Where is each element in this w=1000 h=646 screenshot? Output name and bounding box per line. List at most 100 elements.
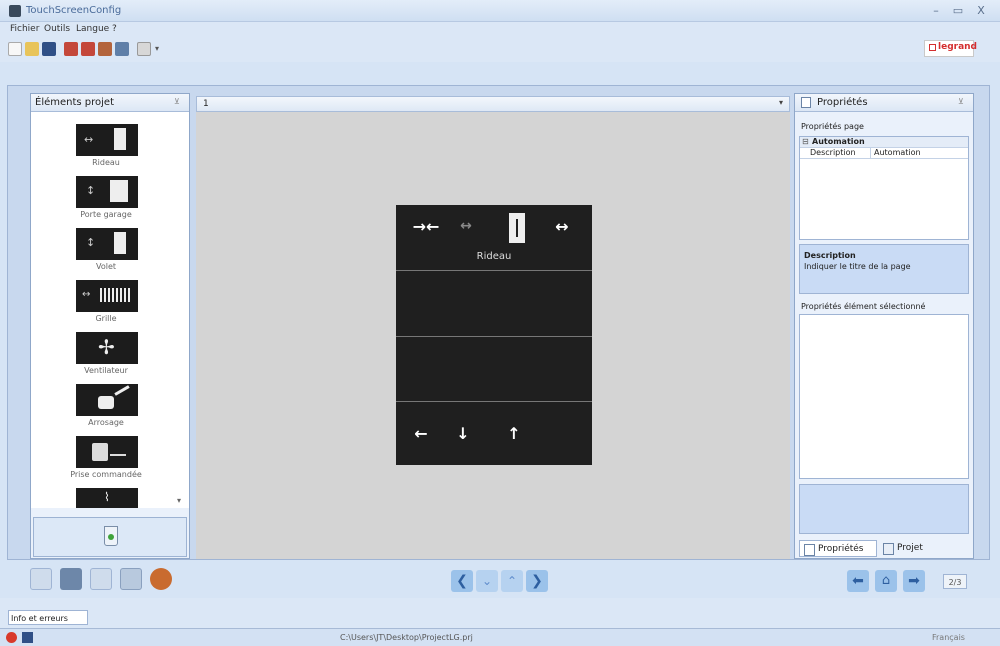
element-label: Arrosage	[88, 418, 124, 427]
element-list[interactable]: ↔ Rideau ↕ Porte garage ↕ Volet ↔ Grille…	[31, 112, 189, 508]
right-panel-tabs: Propriétés Projet	[799, 540, 969, 558]
left-arrow-button[interactable]: ←	[406, 424, 436, 443]
pin-icon[interactable]: ⊻	[174, 97, 184, 107]
minimize-button[interactable]: –	[925, 3, 947, 19]
element-label: Prise commandée	[70, 470, 142, 479]
forward-arrow-icon[interactable]: ➡	[903, 570, 925, 592]
paste-icon[interactable]	[90, 568, 112, 590]
element-label: Rideau	[92, 158, 120, 167]
app-icon	[9, 5, 21, 17]
maximize-button[interactable]: ▭	[947, 3, 969, 19]
page-tab-bar: 1 ▾	[196, 96, 790, 112]
chevron-up-icon[interactable]: ⌃	[501, 570, 523, 592]
tab-properties[interactable]: Propriétés	[799, 540, 877, 557]
copy-icon[interactable]	[30, 568, 52, 590]
tab-page-1[interactable]: 1	[203, 99, 209, 109]
curtain-stop-button[interactable]: ↔	[450, 218, 482, 234]
project-elements-panel: Éléments projet ⊻ ↔ Rideau ↕ Porte garag…	[30, 93, 190, 559]
save-icon[interactable]	[42, 42, 56, 56]
panel-title: Éléments projet	[35, 97, 114, 108]
curtain-open-button[interactable]: ↔	[544, 217, 580, 236]
panel-header: Propriétés ⊻	[795, 94, 973, 112]
bottom-panel-strip: Info et erreurs	[0, 598, 1000, 628]
title-bar: TouchScreenConfig – ▭ X	[0, 0, 1000, 22]
properties-panel: Propriétés ⊻ Propriétés page ⊟ Automatio…	[794, 93, 974, 559]
up-arrow-button[interactable]: ↑	[499, 424, 529, 443]
element-properties-grid[interactable]	[799, 314, 969, 479]
tab-info-errors[interactable]: Info et erreurs	[8, 610, 88, 625]
menu-bar: Fichier Outils Langue ?	[0, 22, 1000, 38]
project-path: C:\Users\JT\Desktop\ProjectLG.prj	[340, 633, 473, 642]
error-icon[interactable]	[6, 632, 17, 643]
export-icon[interactable]	[64, 42, 78, 56]
palette-icon[interactable]	[150, 568, 172, 590]
transfer-icon[interactable]	[115, 42, 129, 56]
properties-icon	[801, 97, 811, 108]
properties-icon	[804, 544, 815, 556]
controlled-socket-icon[interactable]	[76, 436, 138, 468]
down-arrow-button[interactable]: ↓	[448, 424, 478, 443]
cut-icon[interactable]	[60, 568, 82, 590]
tab-project[interactable]: Projet	[879, 540, 939, 557]
description-title: Description	[804, 251, 856, 260]
curtain-icon	[509, 213, 525, 243]
curtain-icon[interactable]: ↔	[76, 124, 138, 156]
layout-dropdown-icon[interactable]	[137, 42, 151, 56]
chevron-down-icon[interactable]: ⌄	[476, 570, 498, 592]
element-label: Porte garage	[80, 210, 132, 219]
element-properties-label: Propriétés élément sélectionné	[801, 302, 926, 311]
row-separator	[396, 401, 592, 402]
element-label: Ventilateur	[84, 366, 128, 375]
pin-icon[interactable]: ⊻	[958, 97, 964, 106]
menu-fichier[interactable]: Fichier	[10, 24, 39, 34]
menu-help[interactable]: ?	[112, 24, 117, 34]
next-icon[interactable]: ❯	[526, 570, 548, 592]
language-indicator: Français	[932, 633, 965, 642]
panel-header: Éléments projet ⊻	[31, 94, 189, 112]
page-properties-label: Propriétés page	[801, 122, 864, 131]
layout-icon[interactable]	[120, 568, 142, 590]
next-element-icon[interactable]: ⌇	[76, 488, 138, 508]
shutter-icon[interactable]: ↕	[76, 228, 138, 260]
fan-icon[interactable]: ✢	[76, 332, 138, 364]
chevron-down-icon[interactable]: ▾	[155, 44, 159, 53]
open-folder-icon[interactable]	[25, 42, 39, 56]
panel-title: Propriétés	[817, 97, 868, 108]
row-separator	[396, 336, 592, 337]
curtain-close-button[interactable]: →←	[408, 217, 444, 236]
element-label: Grille	[95, 314, 117, 323]
legrand-logo: legrand	[924, 40, 977, 57]
watering-can-icon[interactable]	[76, 384, 138, 416]
toolbar: ▾ legrand	[0, 38, 1000, 62]
grille-icon[interactable]: ↔	[76, 280, 138, 312]
home-icon[interactable]: ⌂	[875, 570, 897, 592]
new-file-icon[interactable]	[8, 42, 22, 56]
import-icon[interactable]	[81, 42, 95, 56]
menu-langue[interactable]: Langue	[76, 24, 109, 34]
chevron-down-icon[interactable]: ▾	[779, 98, 783, 107]
property-row[interactable]: Description Automation	[800, 148, 968, 159]
trash-drop-zone[interactable]	[33, 517, 187, 557]
window-title: TouchScreenConfig	[26, 5, 122, 16]
row-separator	[396, 270, 592, 271]
menu-outils[interactable]: Outils	[44, 24, 70, 34]
close-button[interactable]: X	[970, 3, 992, 19]
element-label: Volet	[95, 262, 117, 271]
page-properties-grid[interactable]: ⊟ Automation Description Automation	[799, 136, 969, 240]
tools-icon[interactable]	[98, 42, 112, 56]
back-arrow-icon[interactable]: ⬅	[847, 570, 869, 592]
status-bar: C:\Users\JT\Desktop\ProjectLG.prj França…	[0, 628, 1000, 646]
touch-screen-preview: →← ↔ ↔ Rideau ← ↓ ↑	[396, 205, 592, 465]
trash-icon[interactable]	[104, 526, 118, 546]
property-group[interactable]: ⊟ Automation	[800, 137, 968, 148]
scroll-down-icon[interactable]: ▾	[177, 496, 181, 505]
description-text: Indiquer le titre de la page	[804, 262, 911, 271]
element-title: Rideau	[476, 251, 512, 262]
previous-icon[interactable]: ❮	[451, 570, 473, 592]
description-box: Description Indiquer le titre de la page	[799, 244, 969, 294]
project-icon	[883, 543, 894, 555]
element-description-box	[799, 484, 969, 534]
page-counter: 2/3	[943, 574, 967, 589]
garage-door-icon[interactable]: ↕	[76, 176, 138, 208]
save-icon[interactable]	[22, 632, 33, 643]
